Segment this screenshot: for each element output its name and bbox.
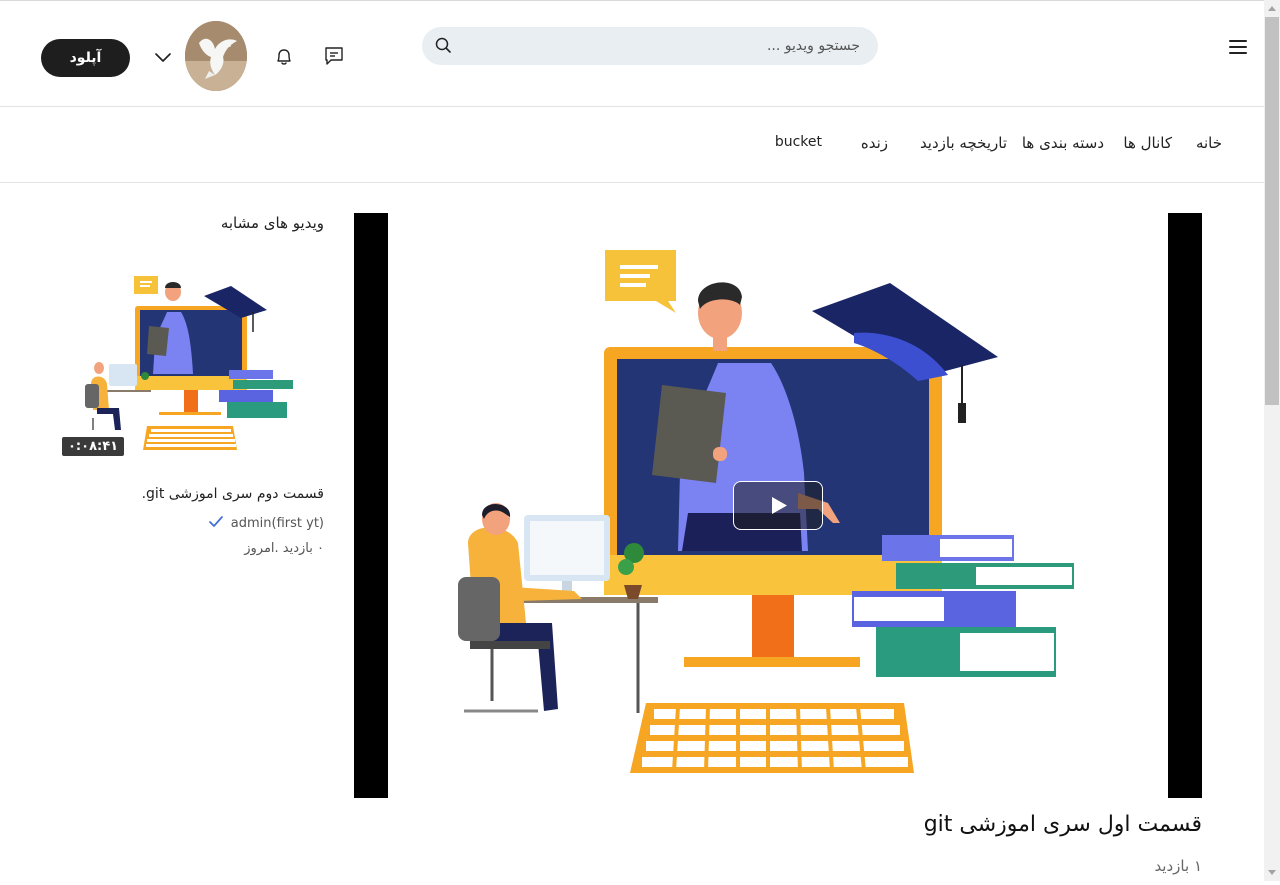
dove-image (185, 21, 247, 91)
upload-button[interactable]: آپلود (41, 39, 130, 77)
related-videos-heading: ویدیو های مشابه (220, 214, 324, 232)
category-nav: خانه کانال ها دسته بندی ها تاریخچه بازدی… (0, 107, 1264, 183)
nav-item-categories[interactable]: دسته بندی ها (1022, 134, 1104, 152)
scrollbar-thumb[interactable] (1265, 17, 1279, 405)
check-icon (208, 516, 223, 527)
nav-item-history[interactable]: تاریخچه بازدید (920, 134, 1007, 152)
video-duration-badge: ۰:۰۸:۴۱ (62, 437, 125, 456)
play-button[interactable] (733, 481, 823, 530)
related-video-meta: ۰ بازدید .امروز (244, 541, 324, 556)
chevron-down-icon[interactable] (154, 51, 172, 63)
search-bar[interactable] (422, 27, 878, 65)
header: آپلود (0, 1, 1264, 107)
scroll-down-arrow[interactable] (1264, 864, 1280, 881)
video-title: قسمت اول سری اموزشی git (923, 812, 1202, 837)
bell-icon[interactable] (275, 47, 293, 66)
channel-name[interactable]: admin(first yt) (231, 516, 324, 531)
search-input[interactable] (460, 27, 860, 65)
nav-item-channels[interactable]: کانال ها (1123, 134, 1172, 152)
play-icon (772, 497, 787, 514)
nav-item-live[interactable]: زنده (861, 134, 888, 152)
nav-item-bucket[interactable]: bucket (775, 134, 822, 150)
hamburger-icon[interactable] (1229, 40, 1247, 56)
triangle-down-icon (1268, 870, 1276, 875)
video-views: ۱ بازدید (1154, 857, 1202, 875)
message-icon[interactable] (324, 46, 344, 66)
thumbnail-illustration (85, 276, 293, 450)
related-video-channel[interactable]: admin(first yt) (208, 516, 324, 531)
search-icon[interactable] (435, 37, 452, 54)
scroll-up-arrow[interactable] (1264, 0, 1280, 17)
avatar[interactable] (185, 21, 247, 91)
nav-item-home[interactable]: خانه (1196, 134, 1222, 152)
related-video-thumbnail[interactable] (61, 268, 325, 464)
related-video-title[interactable]: قسمت دوم سری اموزشی git. (142, 486, 324, 502)
triangle-up-icon (1268, 6, 1276, 11)
